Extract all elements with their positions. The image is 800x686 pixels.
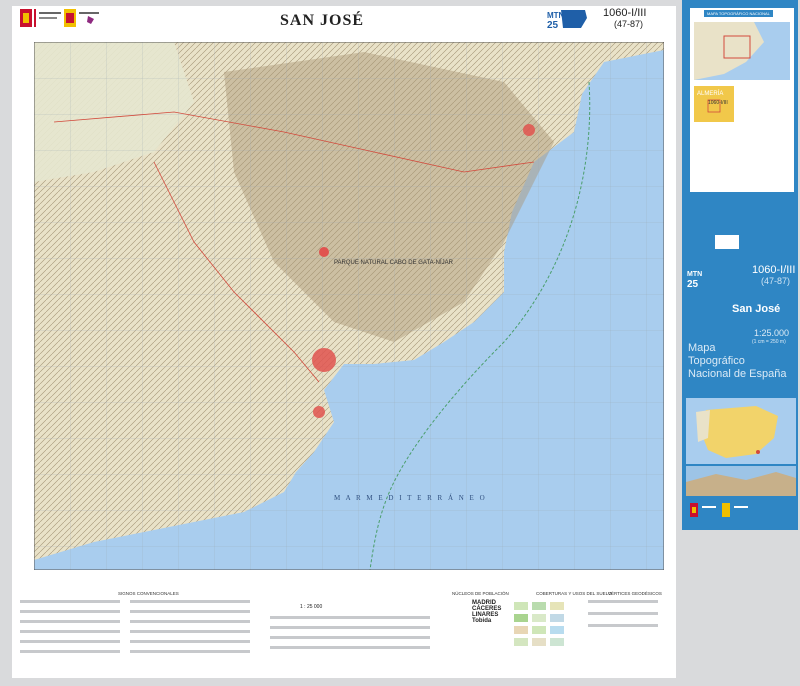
legend-row [588, 624, 658, 627]
svg-text:MTN: MTN [687, 271, 702, 278]
legend-row [588, 612, 658, 615]
svg-text:ALMERÍA: ALMERÍA [697, 90, 723, 97]
page-title: SAN JOSÉ [280, 12, 365, 29]
legend-cubiertas-title: COBERTURAS Y USOS DEL SUELO [536, 591, 612, 596]
legend-row [270, 646, 430, 649]
legend-row [20, 600, 120, 603]
legend-row [20, 630, 120, 633]
inset-sheet: 1060-I/III [708, 100, 728, 106]
legend-row [130, 650, 250, 653]
legend-row [270, 616, 430, 619]
svg-text:MTN: MTN [547, 11, 565, 20]
index-box-title: MAPA TOPOGRÁFICO NACIONAL [704, 10, 773, 17]
sheet-number: 1060-I/III [603, 7, 647, 19]
series-line: Mapa [688, 342, 716, 354]
government-logo [20, 9, 99, 27]
scale-label: 1 : 25 000 [300, 604, 323, 610]
town-marker[interactable] [523, 124, 535, 136]
sidebar-government-logo [690, 503, 748, 517]
topographic-map[interactable]: PARQUE NATURAL CABO DE GATA-NÍJAR M A R … [34, 42, 664, 570]
sheet-name: San José [732, 303, 781, 315]
legend-row [20, 610, 120, 613]
legend-row [20, 640, 120, 643]
legend-row [20, 620, 120, 623]
svg-text:25: 25 [687, 279, 699, 288]
legend-row [270, 636, 430, 639]
sidebar-mtn-logo: MTN 25 [687, 271, 702, 288]
town-marker[interactable] [312, 348, 336, 372]
series-line: Topográfico [688, 355, 745, 367]
spain-locator-map[interactable] [686, 398, 796, 464]
legend-row [20, 650, 120, 653]
mtn-logo: MTN 25 [547, 10, 587, 30]
legend-vertices-title: VÉRTICES GEODÉSICOS [608, 591, 662, 596]
series-line: Nacional de España [688, 368, 787, 380]
sidebar-sheet-alt: (47-87) [761, 276, 791, 286]
sidebar-sheet-number: 1060-I/III [752, 264, 796, 276]
sea-label: M A R M E D I T E R R Á N E O [334, 494, 487, 502]
legend-row [130, 620, 250, 623]
legend-row [130, 600, 250, 603]
legend-signos-title: SIGNOS CONVENCIONALES [118, 591, 179, 596]
legend-row [130, 640, 250, 643]
park-label: PARQUE NATURAL CABO DE GATA-NÍJAR [334, 259, 454, 266]
town-marker[interactable] [319, 247, 329, 257]
terrain-photo [686, 466, 796, 496]
series-title: Mapa Topográfico Nacional de España [688, 342, 796, 381]
legend-row [130, 630, 250, 633]
sidebar-strip [682, 530, 798, 686]
sheet-number-alt: (47-87) [614, 19, 644, 29]
svg-text:25: 25 [547, 20, 559, 30]
index-map[interactable] [694, 22, 790, 80]
town-example: Tobida [472, 618, 492, 624]
legend-row [130, 610, 250, 613]
legend-towns: MADRID CÁCERES LINARES Tobida [472, 600, 501, 624]
sidebar-scale: 1:25.000 [754, 328, 790, 338]
town-marker[interactable] [313, 406, 325, 418]
legend-row [270, 626, 430, 629]
legend-row [588, 600, 658, 603]
landcover-swatches [514, 602, 564, 646]
legend-nucleos-title: NÚCLEOS DE POBLACIÓN [452, 591, 509, 596]
barcode [715, 235, 739, 249]
coordinate-grid [34, 42, 664, 570]
